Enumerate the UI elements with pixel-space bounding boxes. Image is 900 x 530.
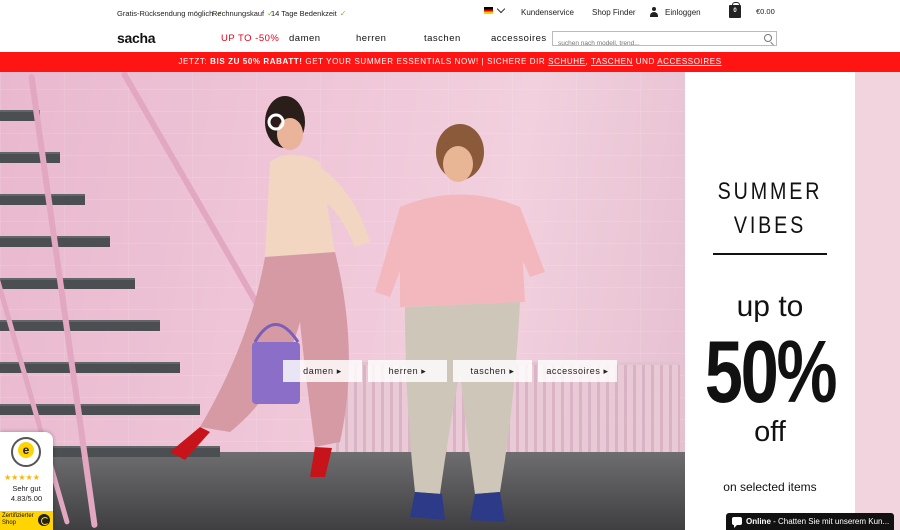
chevron-down-icon — [496, 4, 506, 14]
certified-shop-text: Zertifizierter Shop — [2, 513, 34, 526]
utility-bar: Gratis-Rücksendung möglich ✓ Rechnungskau… — [0, 0, 900, 26]
certified-icon — [38, 514, 50, 526]
nav-taschen[interactable]: taschen — [424, 33, 461, 44]
hero-button-herren[interactable]: herren ▸ — [368, 360, 447, 382]
nav-herren[interactable]: herren — [356, 33, 386, 44]
usp-return-period: 14 Tage Bedenkzeit ✓ — [271, 9, 346, 18]
banner-upto: up to — [736, 290, 804, 323]
de-flag-icon — [484, 7, 493, 14]
rating-label: Sehr gut — [12, 484, 41, 493]
promo-link-accessories[interactable]: ACCESSOIRES — [657, 57, 721, 66]
trusted-shops-badge[interactable]: ★★★★★ Sehr gut 4.83/5.00 Zertifizierter … — [0, 432, 53, 530]
promo-highlight: BIS ZU 50% RABATT! — [210, 57, 303, 66]
hero-button-damen[interactable]: damen ▸ — [283, 360, 362, 382]
banner-title-line1: SUMMER — [717, 178, 823, 205]
shopping-bag-icon[interactable]: 0 — [729, 2, 741, 18]
nav-accessoires[interactable]: accessoires — [491, 33, 547, 44]
cart-count: 0 — [733, 8, 737, 14]
cart-total[interactable]: €0.00 — [756, 7, 775, 16]
hero-image[interactable]: damen ▸ herren ▸ taschen ▸ accessoires ▸ — [0, 72, 685, 530]
trusted-shops-seal-icon — [11, 437, 41, 467]
promo-banner: JETZT: BIS ZU 50% RABATT! GET YOUR SUMME… — [0, 52, 900, 72]
search-icon[interactable] — [764, 34, 772, 42]
certified-shop-label: Zertifizierter Shop — [0, 511, 53, 530]
usp-label: Gratis-Rücksendung möglich — [117, 9, 214, 18]
rating-score: 4.83/5.00 — [10, 494, 43, 503]
login-link[interactable]: Einloggen — [665, 8, 701, 17]
hero-button-taschen[interactable]: taschen ▸ — [453, 360, 532, 382]
usp-label: Rechnungskauf — [212, 9, 265, 18]
nav-damen[interactable]: damen — [289, 33, 321, 44]
hero-button-accessoires[interactable]: accessoires ▸ — [538, 360, 617, 382]
banner-divider — [713, 253, 827, 255]
chat-text: - Chatten Sie mit unserem Kun... — [770, 517, 890, 526]
promo-link-shoes[interactable]: SCHUHE — [548, 57, 585, 66]
promo-link-bags[interactable]: TASCHEN — [591, 57, 633, 66]
chat-widget[interactable]: Online - Chatten Sie mit unserem Kun... — [726, 513, 894, 530]
logo[interactable]: sacha — [117, 30, 156, 46]
model-man-image — [375, 124, 545, 522]
promo-text: GET YOUR SUMMER ESSENTIALS NOW! | SICHER… — [302, 57, 549, 66]
chat-status: Online — [746, 517, 771, 526]
store-finder-link[interactable]: Shop Finder — [592, 8, 636, 17]
customer-service-link[interactable]: Kundenservice — [521, 8, 574, 17]
banner-off: off — [754, 416, 786, 448]
search-box — [552, 31, 777, 50]
promo-and: UND — [632, 57, 658, 66]
banner-note: on selected items — [723, 480, 817, 494]
banner-title-line2: VIBES — [733, 212, 807, 239]
usp-label: 14 Tage Bedenkzeit — [271, 9, 337, 18]
promo-prefix: JETZT: — [178, 57, 211, 66]
summer-sale-banner[interactable]: SUMMER VIBES up to 50% off on selected i… — [685, 72, 855, 530]
banner-percent: 50% — [704, 322, 838, 421]
pink-side-strip — [855, 72, 900, 530]
usp-invoice: Rechnungskauf ✓ — [212, 9, 274, 18]
rating-stars: ★★★★★ — [4, 473, 40, 482]
chat-bubble-icon — [732, 517, 742, 528]
nav-sale[interactable]: UP TO -50% — [221, 33, 279, 44]
usp-free-returns: Gratis-Rücksendung möglich ✓ — [117, 9, 223, 18]
search-input[interactable] — [553, 37, 753, 50]
check-icon: ✓ — [339, 9, 347, 18]
language-selector[interactable] — [484, 4, 506, 14]
user-icon[interactable] — [650, 7, 658, 17]
